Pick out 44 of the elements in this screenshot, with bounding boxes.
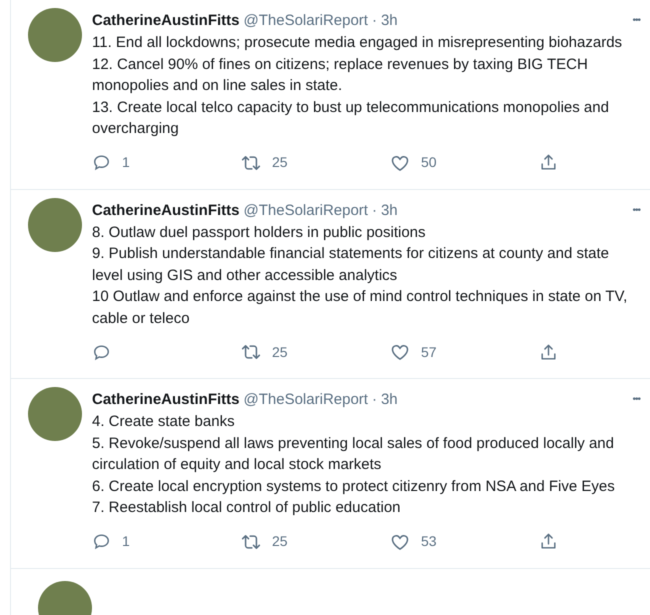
tweet-time[interactable]: 3h: [380, 11, 398, 31]
retweet-count: 25: [272, 153, 288, 172]
author-handle[interactable]: @TheSolariReport: [244, 11, 368, 31]
reply-icon[interactable]: [92, 153, 111, 172]
author-name[interactable]: CatherineAustinFitts: [92, 390, 240, 410]
heart-icon[interactable]: [390, 342, 410, 362]
like-count: 57: [421, 342, 437, 362]
avatar-photo[interactable]: [28, 198, 82, 252]
tweet-text: 7. Reestablish local control of public education: [92, 498, 402, 518]
separator-dot: ·: [372, 200, 377, 220]
tweet-text: 4. Create state banks: [92, 412, 236, 432]
reply-icon[interactable]: [92, 532, 111, 551]
like-count: 50: [421, 153, 437, 172]
more-options[interactable]: •••: [632, 200, 640, 220]
reply-icon[interactable]: [92, 342, 111, 362]
author-handle[interactable]: @TheSolariReport: [244, 390, 368, 410]
more-options[interactable]: •••: [632, 390, 640, 410]
tweet-text: 8. Outlaw duel passport holders in public positions: [92, 222, 427, 242]
tweet-text: 9. Publish understandable financial statements for citizens at county and state level using GIS and other accessible analytics: [92, 244, 610, 286]
author-handle[interactable]: @TheSolariReport: [244, 200, 368, 220]
retweet-icon[interactable]: [241, 342, 261, 362]
author-name[interactable]: CatherineAustinFitts: [92, 11, 240, 31]
separator-dot: ·: [372, 11, 377, 31]
tweet-time[interactable]: 3h: [380, 200, 398, 220]
retweet-count: 25: [272, 532, 288, 551]
share-icon[interactable]: [539, 342, 558, 362]
more-options[interactable]: •••: [632, 11, 640, 31]
reply-count: 1: [122, 153, 130, 172]
share-icon[interactable]: [539, 532, 558, 551]
tweet-text: 6. Create local encryption systems to protect citizenry from NSA and Five Eyes: [92, 476, 616, 496]
reply-count: 1: [122, 532, 130, 551]
separator-dot: ·: [372, 390, 377, 410]
author-name[interactable]: CatherineAustinFitts: [92, 200, 240, 220]
avatar-photo[interactable]: [28, 8, 82, 62]
tweet-text: 11. End all lockdowns; prosecute media engaged in misrepresenting biohazards: [92, 33, 624, 53]
retweet-count: 25: [272, 342, 288, 362]
tweet-text: 10 Outlaw and enforce against the use of mind control techniques in state on TV, cable or teleco: [92, 287, 628, 328]
tweet-time[interactable]: 3h: [380, 390, 398, 410]
like-count: 53: [421, 532, 437, 551]
share-icon[interactable]: [539, 153, 558, 172]
tweet-text: 13. Create local telco capacity to bust up telecommunications monopolies and overcharging: [92, 98, 610, 139]
tweet-text: 12. Cancel 90% of fines on citizens; replace revenues by taxing BIG TECH monopolies and on line sales in state.: [92, 54, 589, 96]
tweet-text: 5. Revoke/suspend all laws preventing local sales of food produced locally and circulation of equity and local stock markets: [92, 434, 615, 475]
avatar-photo[interactable]: [28, 387, 82, 441]
